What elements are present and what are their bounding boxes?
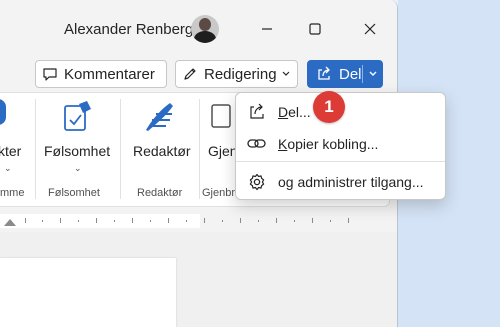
chevron-down-icon: [369, 71, 376, 76]
share-icon: [247, 102, 267, 122]
dictate-command[interactable]: kter: [0, 143, 21, 159]
document-canvas: [0, 232, 397, 327]
avatar[interactable]: [191, 15, 219, 43]
document-page[interactable]: [0, 258, 176, 327]
group-label-sensitivity: Følsomhet: [48, 187, 100, 199]
group-label-editor: Redaktør: [137, 187, 183, 199]
menu-item-label: og administrer tilgang...: [278, 174, 424, 190]
close-icon: [364, 23, 376, 35]
menu-item-label: Kopier kobling...: [278, 136, 379, 152]
close-button[interactable]: [354, 12, 386, 46]
share-button[interactable]: Del: [307, 60, 383, 88]
ribbon-group-sensitivity: Følsomhet ⌄ Følsomhet: [36, 93, 120, 208]
maximize-icon: [309, 23, 321, 35]
share-dropdown-button[interactable]: [363, 61, 382, 87]
share-label: Del: [339, 65, 362, 83]
comments-button[interactable]: Kommentarer: [35, 60, 167, 88]
menu-item-manage-access[interactable]: og administrer tilgang...: [236, 165, 445, 199]
menu-item-copy-link[interactable]: Kopier kobling...: [236, 127, 445, 161]
share-icon: [318, 66, 330, 80]
minimize-icon: [262, 28, 272, 30]
ruler: [0, 210, 390, 232]
ribbon-group-dictate: kter ⌄ mme: [0, 93, 36, 208]
collaboration-bar: Kommentarer Redigering Del: [0, 58, 397, 92]
share-main[interactable]: Del: [308, 61, 362, 87]
editing-label: Redigering: [204, 65, 277, 83]
chevron-down-icon: [282, 71, 289, 76]
ribbon-group-editor: Redaktør Redaktør: [121, 93, 199, 208]
minimize-button[interactable]: [251, 12, 283, 46]
gear-icon: [247, 172, 267, 192]
microphone-icon: [0, 99, 6, 125]
menu-item-label: Del...: [278, 104, 311, 120]
indent-marker[interactable]: [4, 219, 16, 226]
account-name[interactable]: Alexander Renberg: [64, 21, 193, 38]
title-bar: Alexander Renberg: [0, 0, 397, 58]
comments-label: Kommentarer: [64, 65, 155, 83]
editor-icon: [146, 103, 173, 131]
sensitivity-icon: [64, 101, 91, 131]
chevron-down-icon[interactable]: ⌄: [4, 163, 12, 174]
group-label-dictate: mme: [0, 187, 25, 199]
link-icon: [247, 134, 267, 154]
comment-icon: [43, 68, 57, 81]
pencil-icon: [184, 68, 196, 80]
editing-mode-button[interactable]: Redigering: [175, 60, 298, 88]
maximize-button[interactable]: [299, 12, 331, 46]
document-icon: [211, 104, 231, 128]
divider: [236, 161, 445, 162]
sensitivity-command[interactable]: Følsomhet: [44, 143, 110, 159]
chevron-down-icon[interactable]: ⌄: [74, 163, 82, 174]
editor-command[interactable]: Redaktør: [133, 143, 191, 159]
step-badge: 1: [313, 91, 345, 123]
reuse-files-command[interactable]: Gjen: [208, 143, 238, 159]
